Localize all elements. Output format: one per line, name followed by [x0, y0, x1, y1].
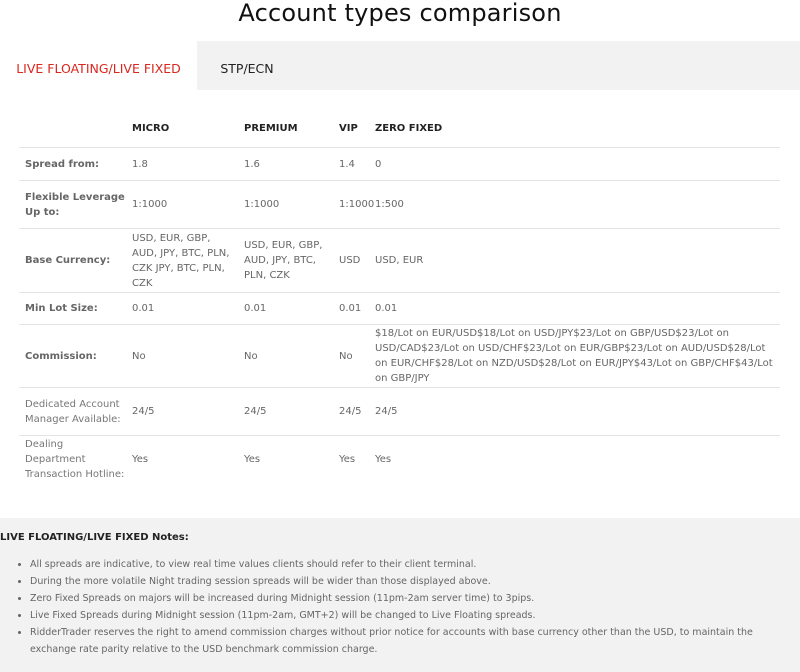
cell-premium: 1:1000 — [238, 180, 333, 229]
notes-list-item: Zero Fixed Spreads on majors will be inc… — [30, 590, 800, 607]
page-title: Account types comparison — [238, 0, 562, 27]
cell-zero-fixed: 1:500 — [369, 180, 780, 229]
notes-list-item: All spreads are indicative, to view real… — [30, 556, 800, 573]
header-premium: PREMIUM — [244, 122, 298, 134]
row-label: Commission: — [19, 324, 126, 388]
cell-vip: 1:1000 — [333, 180, 374, 229]
cell-vip: 0.01 — [333, 292, 369, 325]
table-header-row: MICRO PREMIUM VIP ZERO FIXED — [19, 109, 780, 148]
header-zero-fixed: ZERO FIXED — [375, 122, 443, 134]
row-label: Min Lot Size: — [19, 292, 126, 325]
header-empty — [19, 109, 126, 148]
row-label: Dealing Department Transaction Hotline: — [19, 435, 126, 484]
cell-premium: 24/5 — [238, 387, 333, 436]
cell-premium: No — [238, 324, 333, 388]
table-row-leverage: Flexible Leverage Up to: 1:1000 1:1000 1… — [19, 180, 780, 229]
notes-list-item: RidderTrader reserves the right to amend… — [30, 624, 800, 658]
table-row-hotline: Dealing Department Transaction Hotline: … — [19, 435, 780, 484]
table-row-base-currency: Base Currency: USD, EUR, GBP, AUD, JPY, … — [19, 228, 780, 293]
tab-stp-ecn[interactable]: STP/ECN — [197, 41, 297, 90]
cell-zero-fixed: 0.01 — [369, 292, 780, 325]
row-label: Dedicated Account Manager Available: — [19, 387, 126, 436]
cell-micro: 24/5 — [126, 387, 238, 436]
cell-micro: No — [126, 324, 238, 388]
cell-micro: 1.8 — [126, 147, 238, 181]
cell-vip: USD — [333, 228, 369, 293]
table-row-min-lot: Min Lot Size: 0.01 0.01 0.01 0.01 — [19, 292, 780, 325]
cell-micro: 1:1000 — [126, 180, 238, 229]
cell-zero-fixed: $18/Lot on EUR/USD$18/Lot on USD/JPY$23/… — [369, 324, 780, 388]
cell-zero-fixed: 24/5 — [369, 387, 780, 436]
notes-list-item: During the more volatile Night trading s… — [30, 573, 800, 590]
cell-premium: USD, EUR, GBP, AUD, JPY, BTC, PLN, CZK — [238, 228, 333, 293]
cell-vip: Yes — [333, 435, 369, 484]
table-row-commission: Commission: No No No $18/Lot on EUR/USD$… — [19, 324, 780, 388]
notes-list: All spreads are indicative, to view real… — [0, 556, 800, 658]
cell-premium: 0.01 — [238, 292, 333, 325]
cell-zero-fixed: Yes — [369, 435, 780, 484]
cell-micro: Yes — [126, 435, 238, 484]
comparison-table: MICRO PREMIUM VIP ZERO FIXED Spread from… — [19, 109, 780, 484]
cell-micro: USD, EUR, GBP, AUD, JPY, BTC, PLN, CZK J… — [126, 228, 238, 293]
cell-premium: 1.6 — [238, 147, 333, 181]
notes-section: LIVE FLOATING/LIVE FIXED Notes: All spre… — [0, 518, 800, 672]
tab-live-floating-live-fixed[interactable]: LIVE FLOATING/LIVE FIXED — [0, 41, 197, 90]
cell-premium: Yes — [238, 435, 333, 484]
row-label: Base Currency: — [19, 228, 126, 293]
table-row-spread: Spread from: 1.8 1.6 1.4 0 — [19, 147, 780, 181]
cell-vip: No — [333, 324, 369, 388]
notes-list-item: Live Fixed Spreads during Midnight sessi… — [30, 607, 800, 624]
cell-vip: 1.4 — [333, 147, 369, 181]
cell-micro: 0.01 — [126, 292, 238, 325]
row-label: Flexible Leverage Up to: — [19, 180, 126, 229]
comparison-table-wrapper: MICRO PREMIUM VIP ZERO FIXED Spread from… — [19, 109, 780, 484]
cell-zero-fixed: 0 — [369, 147, 780, 181]
table-row-account-manager: Dedicated Account Manager Available: 24/… — [19, 387, 780, 436]
cell-vip: 24/5 — [333, 387, 369, 436]
notes-title: LIVE FLOATING/LIVE FIXED Notes: — [0, 532, 189, 543]
cell-zero-fixed: USD, EUR — [369, 228, 780, 293]
header-micro: MICRO — [132, 122, 170, 134]
header-vip: VIP — [339, 122, 358, 134]
row-label: Spread from: — [19, 147, 126, 181]
